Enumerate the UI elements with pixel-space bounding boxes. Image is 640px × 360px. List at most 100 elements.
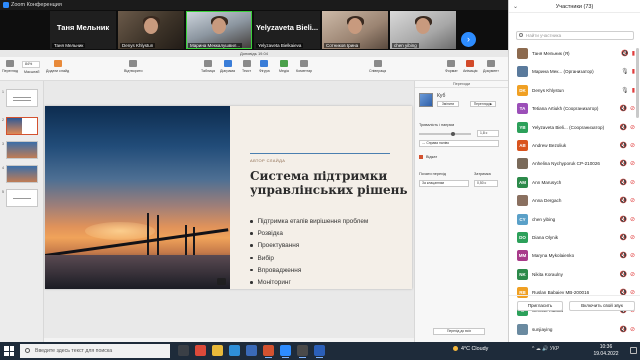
current-slide[interactable]: АВТОР СЛАЙДА Система підтримки управлінс… [45, 106, 412, 289]
avatar: NK [517, 268, 528, 280]
avatar: CY [517, 213, 528, 225]
participant-row[interactable]: NK Nikita Koraulny 🔇 ⊘ [509, 266, 640, 284]
windows-start-icon[interactable] [4, 346, 14, 356]
microphone-muted-icon: 🔇 [619, 179, 627, 186]
invite-button[interactable]: Пригласить [517, 301, 563, 311]
insert-table-button[interactable]: Таблиця [201, 60, 215, 73]
participant-name: Марина Меккалушвил... [188, 43, 243, 48]
slider-knob[interactable] [451, 132, 455, 136]
play-button[interactable]: Відтворити [124, 60, 142, 73]
clock[interactable]: 10:36 19.04.2022 [584, 344, 628, 358]
document-tab[interactable]: Документ [483, 60, 499, 73]
participant-name: Nikita Koraulny [532, 271, 563, 277]
zoom-icon[interactable] [280, 345, 291, 358]
system-tray[interactable]: ^ ☁ 🔊 УКР [532, 346, 559, 352]
notifications-icon[interactable] [630, 347, 637, 354]
powerpoint-icon[interactable] [263, 345, 274, 358]
bullet-list[interactable]: Підтримка етапів вирішення проблем Розві… [250, 216, 368, 289]
cube-transition-icon[interactable] [419, 93, 433, 107]
store-icon[interactable] [246, 345, 257, 356]
next-page-arrow-icon[interactable]: › [461, 32, 476, 47]
task-view-icon[interactable] [178, 345, 189, 356]
duration-value-field[interactable]: 1,8 с [477, 130, 499, 137]
participant-row[interactable]: sunjiaying 🔇 ⊘ [509, 321, 640, 339]
delay-field[interactable]: 0,50 с [474, 180, 498, 187]
change-effect-button[interactable]: Змінити [437, 101, 459, 107]
microphone-icon: 🎙 [621, 69, 629, 76]
ribbon-view-button[interactable]: Перегляд [2, 60, 18, 73]
video-tile[interactable]: chen yibing [390, 11, 456, 49]
participant-row[interactable]: DO Diana Olynik 🔇 ⊘ [509, 229, 640, 247]
apply-to-all-button[interactable]: Перехід до всіх [433, 328, 485, 335]
slide-thumbnail-selected[interactable]: 2 [2, 117, 38, 135]
scrollbar[interactable] [636, 48, 639, 118]
video-tile-speaking[interactable]: Марина Меккалушвил... [186, 11, 252, 49]
participant-status-icons: 🔇 ⊘ [619, 234, 635, 241]
person-face [212, 18, 226, 34]
slide-title[interactable]: Система підтримки управлінських рішень [250, 169, 410, 197]
slide-thumbnail[interactable]: 4 [2, 165, 38, 183]
panel-header: ⌄ Участники (73) [509, 0, 640, 13]
slide-text-area: АВТОР СЛАЙДА Система підтримки управлінс… [250, 106, 410, 289]
video-tile[interactable]: Denys Khlystun [118, 11, 184, 49]
collaborate-button[interactable]: Співпраця [369, 60, 386, 73]
slide-thumbnail[interactable]: 3 [2, 141, 38, 159]
edge-icon[interactable] [229, 345, 240, 356]
preview-button[interactable]: Перегляд ▶ [470, 101, 496, 107]
zoom-select[interactable]: 84% [22, 61, 40, 68]
format-tab[interactable]: Формат [445, 60, 458, 73]
participant-row[interactable]: AB Andrew Bezoliuk 🔇 ⊘ [509, 137, 640, 155]
bullet-item: Підтримка етапів вирішення проблем [250, 216, 368, 228]
video-tile[interactable]: Таня Мельник Таня Мельник [50, 11, 116, 49]
insert-media-button[interactable]: Медіа [279, 60, 289, 73]
participant-row[interactable]: DK Denys Khlystun 🎙 ▮ [509, 82, 640, 100]
participant-row[interactable]: CY chen yibing 🔇 ⊘ [509, 211, 640, 229]
participant-status-icons: 🎙 ▮ [621, 68, 635, 75]
effect-name: Куб [437, 93, 446, 99]
video-off-icon: ⊘ [629, 271, 635, 278]
search-icon [519, 33, 523, 37]
start-select[interactable]: За клацанням [419, 180, 469, 187]
participant-name: Таня Мельник [52, 43, 86, 48]
participant-row[interactable]: YB Yelyzaveta Bieli... (Соорганизатор) 🔇 ⊘ [509, 119, 640, 137]
chrome-icon[interactable] [195, 345, 206, 356]
participant-row[interactable]: Таня Мельник (Я) 🔇 ▮ [509, 45, 640, 63]
file-explorer-icon[interactable] [212, 345, 223, 356]
duration-slider[interactable] [419, 133, 471, 135]
animation-icon [466, 60, 475, 67]
participant-row[interactable]: Anhelina Nychyporuk CP-210026 🔇 ⊘ [509, 155, 640, 173]
slide-canvas[interactable]: АВТОР СЛАЙДА Система підтримки управлінс… [44, 81, 414, 338]
sound-checkbox[interactable] [419, 155, 423, 159]
insert-chart-button[interactable]: Діаграма [220, 60, 235, 73]
slide-thumbnails: 1 2 3 4 5 [0, 81, 44, 342]
direction-select[interactable]: ↔ Справа наліво [419, 140, 499, 147]
participant-row[interactable]: TA Tetiana Artiukh (Соорганизатор) 🔇 ⊘ [509, 100, 640, 118]
shape-icon [260, 60, 269, 67]
participant-row[interactable]: Марина Мек... (Организатор) 🎙 ▮ [509, 63, 640, 81]
camera-icon[interactable] [297, 345, 308, 358]
insert-shape-button[interactable]: Фігура [259, 60, 270, 73]
animation-tab[interactable]: Анімація [463, 60, 477, 73]
participant-row[interactable]: MM Maryna Mykolaienko 🔇 ⊘ [509, 247, 640, 265]
taskbar-search-input[interactable]: Введите здесь текст для поиска [20, 344, 170, 358]
participant-row[interactable]: Anna Dergach 🔇 ⊘ [509, 192, 640, 210]
slide-kicker[interactable]: АВТОР СЛАЙДА [250, 158, 285, 163]
slide-thumbnail[interactable]: 1 [2, 89, 38, 107]
video-off-icon: ⊘ [629, 198, 635, 205]
participant-status-icons: 🔇 ⊘ [619, 179, 635, 186]
slide-thumbnail[interactable]: 5 [2, 189, 38, 207]
video-tile[interactable]: Yelyzaveta Bieli... Yelyzaveta Bielkaiev… [254, 11, 320, 49]
participant-name: Сотников Ірина [324, 43, 361, 48]
video-tile[interactable]: Сотников Ірина [322, 11, 388, 49]
video-off-icon: ⊘ [629, 234, 635, 241]
word-icon[interactable] [314, 345, 325, 358]
insert-comment-button[interactable]: Коментар [296, 60, 312, 73]
participant-name: Ann Marusych [532, 179, 562, 185]
unmute-self-button[interactable]: Включить свой звук [569, 301, 635, 311]
add-slide-button[interactable]: Додати слайд [46, 60, 69, 73]
participant-name: Yelyzaveta Bielkaieva [256, 43, 304, 48]
participant-row[interactable]: AM Ann Marusych 🔇 ⊘ [509, 174, 640, 192]
insert-text-button[interactable]: Текст [242, 60, 251, 73]
weather-widget[interactable]: 4°C Cloudy [453, 346, 488, 352]
participant-search-input[interactable]: Найти участника [516, 31, 634, 40]
